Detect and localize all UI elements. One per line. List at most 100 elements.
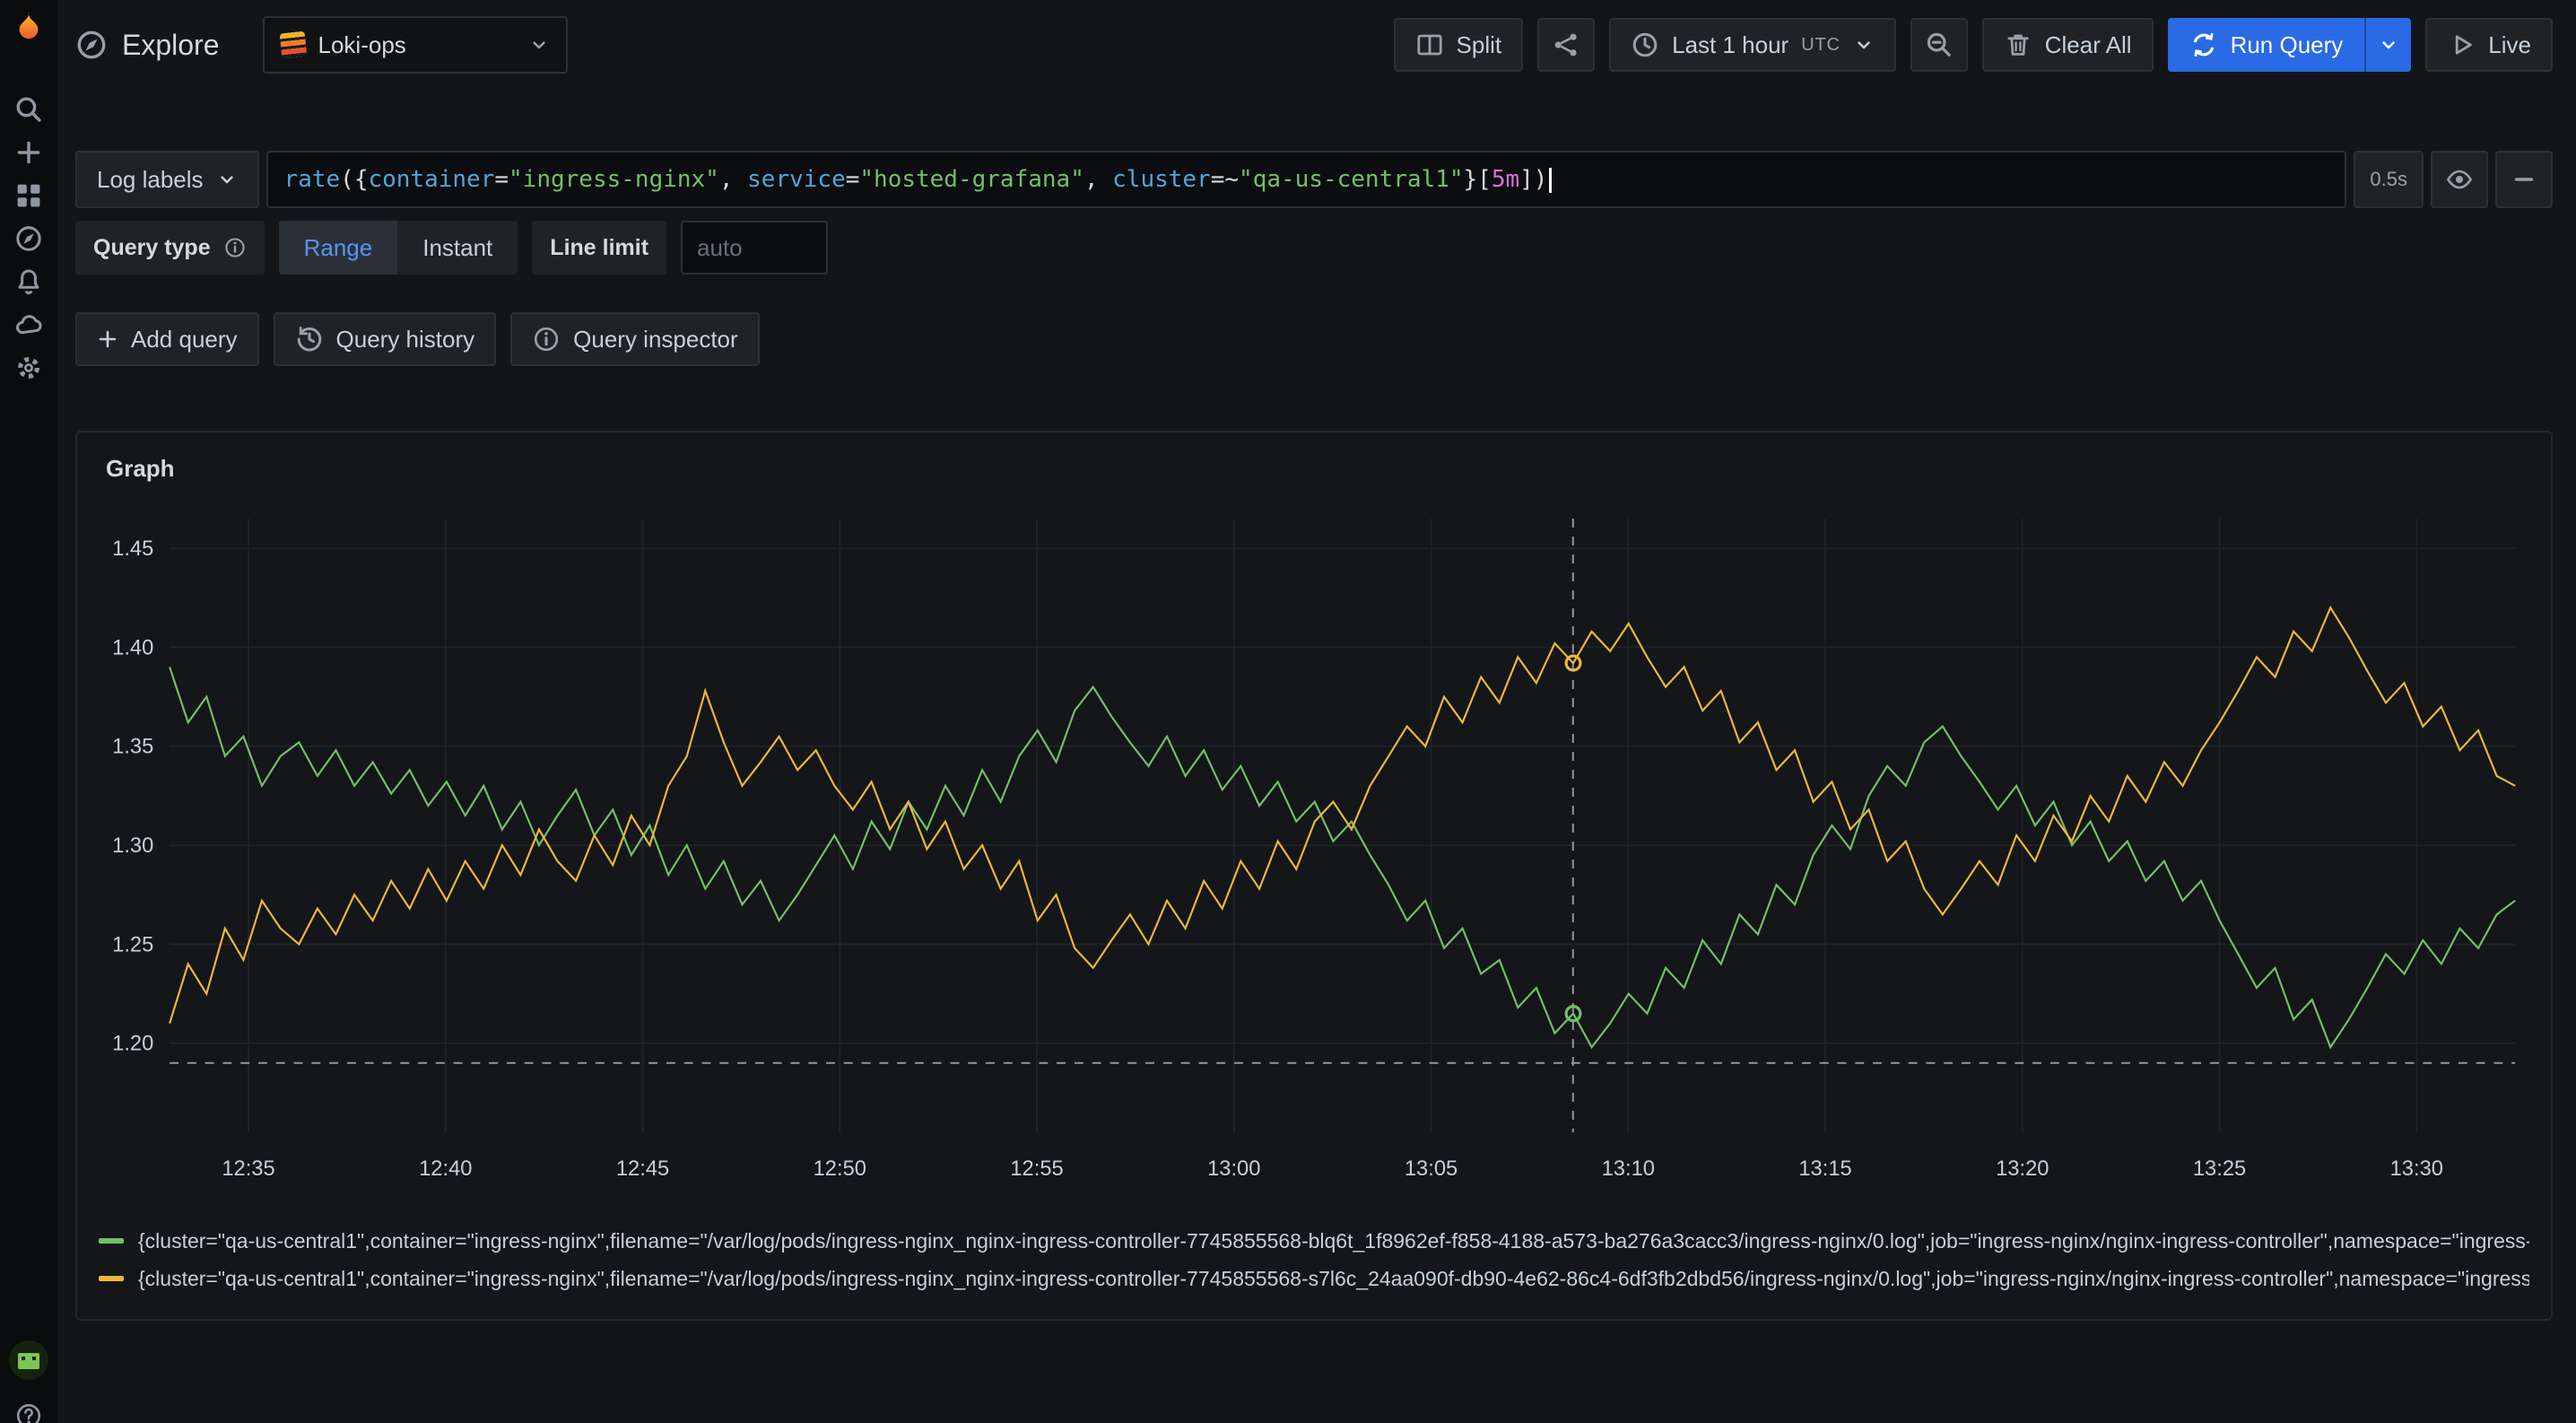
svg-text:13:05: 13:05 [1405, 1157, 1458, 1181]
query-token: , [1084, 166, 1112, 193]
svg-text:1.35: 1.35 [112, 735, 153, 759]
query-inspector-button[interactable]: Query inspector [510, 312, 760, 366]
run-query-dropdown[interactable] [2364, 18, 2411, 72]
log-labels-label: Log labels [97, 166, 204, 194]
grafana-explore-page: Explore Loki-ops Split Last 1 hour UT [0, 0, 2576, 1423]
clock-icon [1631, 31, 1659, 59]
main-area: Explore Loki-ops Split Last 1 hour UT [57, 0, 2576, 1423]
info-circle-icon[interactable] [223, 236, 247, 259]
chevron-down-icon [1853, 34, 1875, 56]
query-history-label: Query history [336, 326, 475, 354]
disable-query-button[interactable] [2431, 151, 2488, 208]
explore-content: Log labels rate({container="ingress-ngin… [57, 90, 2576, 1423]
svg-text:1.30: 1.30 [112, 834, 153, 858]
live-button[interactable]: Live [2425, 18, 2553, 72]
query-token: 5m [1492, 166, 1519, 193]
bell-icon [14, 267, 43, 296]
svg-text:12:45: 12:45 [616, 1157, 669, 1181]
sidebar-item-alerting[interactable] [0, 260, 57, 303]
datasource-picker[interactable]: Loki-ops [263, 16, 568, 74]
query-token: ({ [340, 166, 368, 193]
svg-text:13:10: 13:10 [1602, 1157, 1655, 1181]
avatar-figure [18, 1353, 39, 1369]
legend-series-color [99, 1238, 124, 1244]
sidebar-item-search[interactable] [0, 88, 57, 131]
svg-text:12:55: 12:55 [1010, 1157, 1063, 1181]
panel-title[interactable]: Graph [99, 451, 175, 501]
page-title: Explore [122, 29, 220, 62]
zoom-out-icon [1925, 31, 1954, 59]
user-avatar[interactable] [9, 1340, 48, 1380]
avatar-eyes [22, 1357, 25, 1360]
info-circle-icon [532, 325, 561, 354]
add-query-button[interactable]: Add query [75, 312, 259, 366]
topbar-actions: Split Last 1 hour UTC Clear All [1394, 18, 2553, 72]
datasource-name: Loki-ops [318, 31, 406, 59]
add-query-label: Add query [131, 326, 238, 354]
svg-text:1.40: 1.40 [112, 635, 153, 659]
text-cursor [1549, 168, 1552, 193]
search-icon [14, 95, 43, 124]
query-token: =~ [1211, 166, 1239, 193]
query-token: } [1464, 166, 1478, 193]
query-token: ) [1534, 166, 1548, 193]
sidebar-bottom [0, 1340, 57, 1423]
query-token: , [719, 166, 747, 193]
query-token: = [846, 166, 860, 193]
query-text: rate({container="ingress-nginx", service… [284, 166, 1553, 193]
sidebar-item-configuration[interactable] [0, 346, 57, 389]
svg-text:1.25: 1.25 [112, 932, 153, 956]
graph-legend: {cluster="qa-us-central1",container="ing… [99, 1218, 2529, 1305]
explore-header: Explore [75, 29, 220, 62]
svg-text:1.20: 1.20 [112, 1032, 153, 1056]
gear-icon [14, 354, 43, 382]
legend-series-label: {cluster="qa-us-central1",container="ing… [138, 1267, 2529, 1291]
split-pane-icon [1415, 31, 1444, 59]
line-limit-input[interactable] [681, 221, 828, 275]
share-button[interactable] [1537, 18, 1595, 72]
grafana-logo[interactable] [11, 9, 47, 45]
svg-text:12:35: 12:35 [222, 1157, 274, 1181]
svg-text:13:30: 13:30 [2390, 1157, 2443, 1181]
split-button[interactable]: Split [1394, 18, 1524, 72]
chevron-down-icon [528, 34, 550, 56]
sidebar-item-help[interactable] [0, 1394, 57, 1423]
live-label: Live [2488, 31, 2531, 59]
split-label: Split [1457, 31, 1502, 59]
topbar: Explore Loki-ops Split Last 1 hour UT [57, 0, 2576, 90]
play-icon [2447, 31, 2476, 59]
run-query-group: Run Query [2168, 18, 2412, 72]
svg-text:13:00: 13:00 [1207, 1157, 1260, 1181]
query-token: cluster [1112, 166, 1211, 193]
eye-icon [2445, 165, 2474, 194]
clear-all-button[interactable]: Clear All [1982, 18, 2154, 72]
svg-text:12:40: 12:40 [419, 1157, 472, 1181]
sidebar-item-dashboards[interactable] [0, 174, 57, 217]
query-token: [ [1477, 166, 1492, 193]
query-token: "ingress-nginx" [509, 166, 719, 193]
sidebar-item-cloud[interactable] [0, 303, 57, 346]
apps-grid-icon [14, 181, 43, 210]
query-elapsed-time: 0.5s [2354, 151, 2424, 208]
time-range-picker[interactable]: Last 1 hour UTC [1609, 18, 1896, 72]
cloud-icon [14, 310, 43, 339]
graph-svg[interactable]: 12:3512:4012:4512:5012:5513:0013:0513:10… [99, 501, 2529, 1218]
compass-icon [75, 29, 108, 61]
zoom-out-button[interactable] [1910, 18, 1968, 72]
sidebar-item-explore[interactable] [0, 217, 57, 260]
log-labels-dropdown[interactable]: Log labels [75, 151, 259, 208]
query-token: rate [284, 166, 341, 193]
sidebar-item-create[interactable] [0, 131, 57, 174]
remove-query-button[interactable] [2495, 151, 2553, 208]
svg-text:13:25: 13:25 [2193, 1157, 2246, 1181]
query-token: service [747, 166, 846, 193]
tab-instant[interactable]: Instant [397, 221, 518, 275]
query-editor-row: Log labels rate({container="ingress-ngin… [75, 151, 2553, 208]
legend-item[interactable]: {cluster="qa-us-central1",container="ing… [99, 1222, 2529, 1260]
tab-range[interactable]: Range [279, 221, 398, 275]
query-history-button[interactable]: Query history [274, 312, 497, 366]
graph-panel: Graph 12:3512:4012:4512:5012:5513:0013:0… [75, 431, 2553, 1321]
run-query-button[interactable]: Run Query [2168, 18, 2365, 72]
legend-item[interactable]: {cluster="qa-us-central1",container="ing… [99, 1260, 2529, 1297]
query-input[interactable]: rate({container="ingress-nginx", service… [266, 151, 2347, 208]
